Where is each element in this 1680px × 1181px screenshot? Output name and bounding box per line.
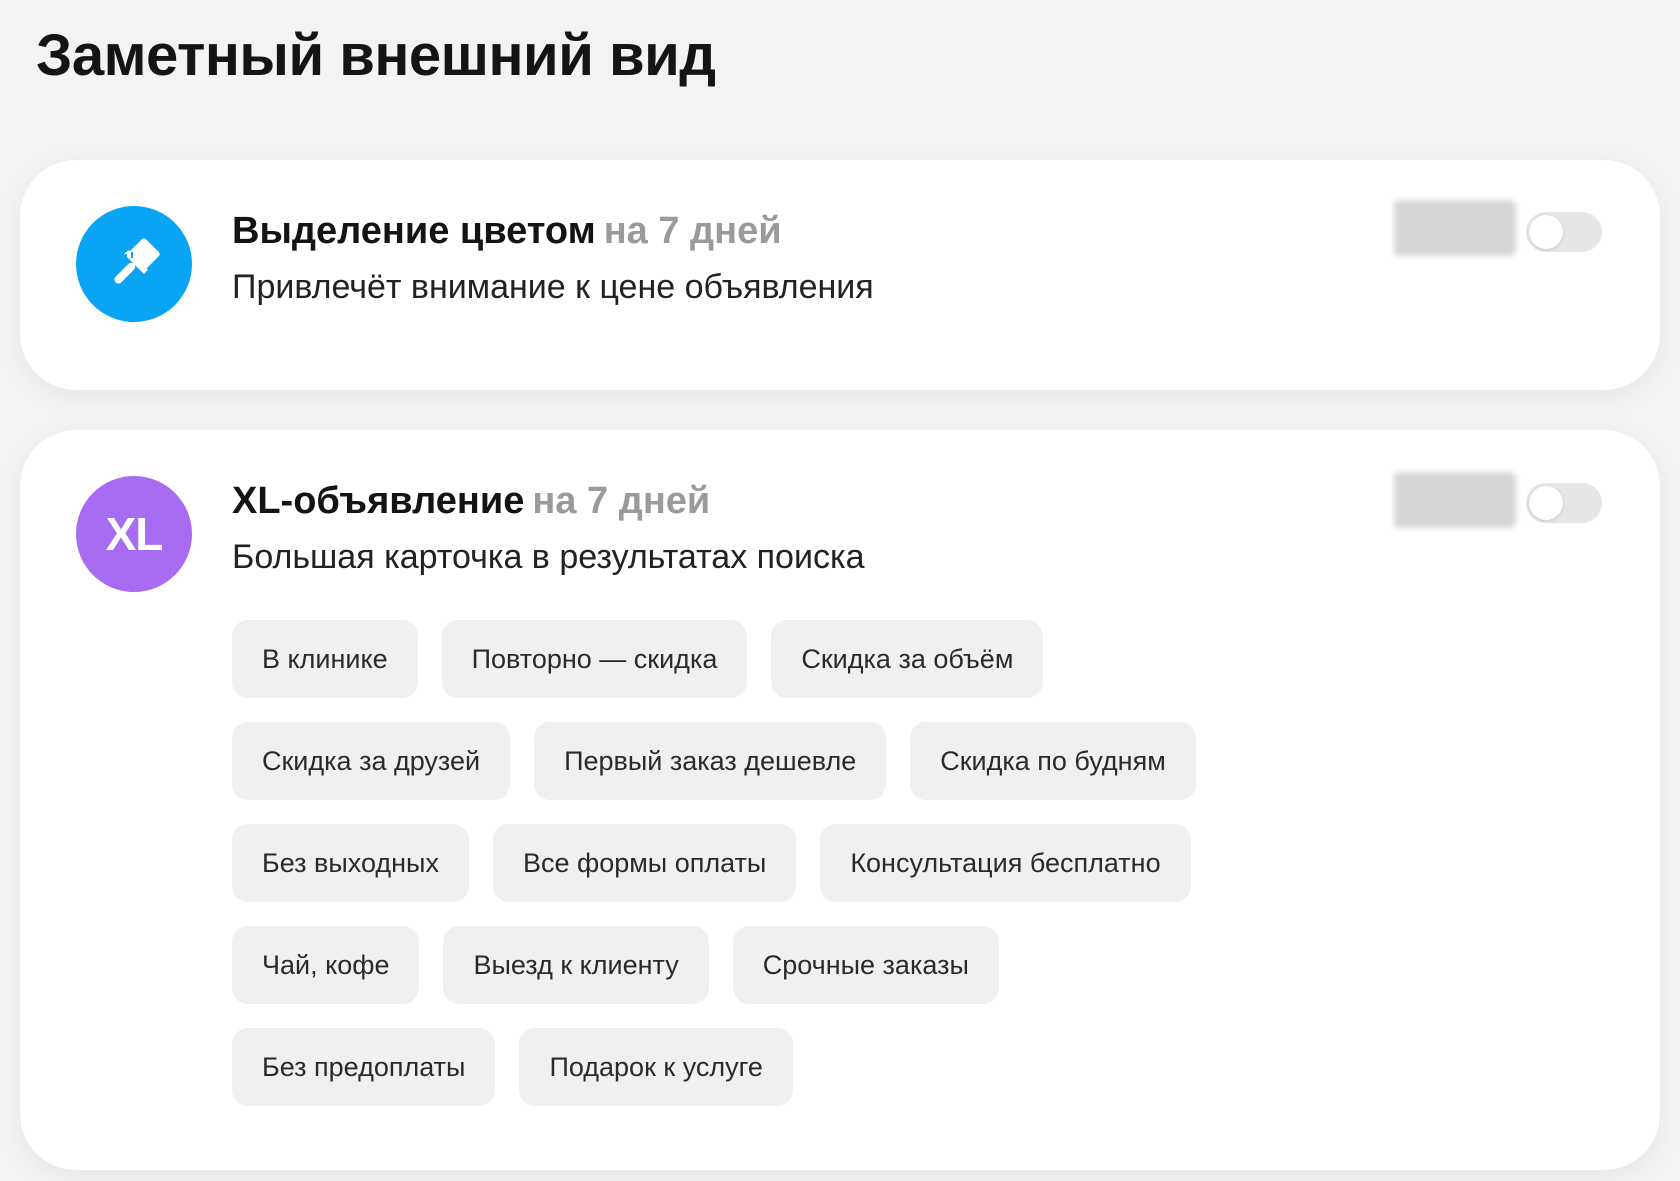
service-name: XL-объявление bbox=[232, 480, 525, 522]
feature-tag[interactable]: Чай, кофе bbox=[232, 926, 420, 1004]
feature-tag[interactable]: Без выходных bbox=[232, 824, 469, 902]
feature-tag[interactable]: Все формы оплаты bbox=[492, 824, 797, 902]
toggle-knob bbox=[1529, 215, 1563, 249]
tag-row: Чай, кофе Выезд к клиенту Срочные заказы bbox=[232, 926, 1232, 1004]
service-card-xl-listing: XL XL-объявление на 7 дней Большая карточ… bbox=[20, 430, 1660, 1170]
feature-tag[interactable]: В клинике bbox=[232, 620, 418, 698]
tag-row: Без предоплаты Подарок к услуге bbox=[232, 1028, 1232, 1106]
feature-tag[interactable]: Повторно — скидка bbox=[441, 620, 748, 698]
feature-tag[interactable]: Срочные заказы bbox=[732, 926, 999, 1004]
price-placeholder bbox=[1394, 200, 1516, 256]
paint-brush-icon bbox=[76, 206, 192, 322]
feature-tag[interactable]: Первый заказ дешевле bbox=[534, 722, 887, 800]
feature-tag[interactable]: Без предоплаты bbox=[232, 1028, 496, 1106]
feature-tag[interactable]: Выезд к клиенту bbox=[443, 926, 709, 1004]
service-duration: на 7 дней bbox=[532, 480, 711, 522]
feature-tag[interactable]: Консультация бесплатно bbox=[820, 824, 1191, 902]
page-title: Заметный внешний вид bbox=[36, 23, 716, 88]
feature-tag[interactable]: Скидка по будням bbox=[910, 722, 1196, 800]
service-duration: на 7 дней bbox=[603, 210, 782, 252]
toggle-knob bbox=[1529, 486, 1563, 520]
service-description: Большая карточка в результатах поиска bbox=[232, 538, 865, 576]
service-description: Привлечёт внимание к цене объявления bbox=[232, 268, 874, 306]
feature-tag[interactable]: Подарок к услуге bbox=[519, 1028, 793, 1106]
xl-badge-icon: XL bbox=[76, 476, 192, 592]
feature-tags: В клинике Повторно — скидка Скидка за об… bbox=[232, 620, 1232, 1130]
color-highlight-toggle[interactable] bbox=[1526, 212, 1602, 252]
xl-badge-text: XL bbox=[105, 508, 164, 560]
feature-tag[interactable]: Скидка за друзей bbox=[232, 722, 511, 800]
feature-tag[interactable]: Скидка за объём bbox=[771, 620, 1044, 698]
tag-row: В клинике Повторно — скидка Скидка за об… bbox=[232, 620, 1232, 698]
service-title: Выделение цветом на 7 дней bbox=[232, 210, 782, 253]
service-card-color-highlight: Выделение цветом на 7 дней Привлечёт вним… bbox=[20, 160, 1660, 390]
tag-row: Без выходных Все формы оплаты Консультац… bbox=[232, 824, 1232, 902]
service-name: Выделение цветом bbox=[232, 210, 596, 252]
service-title: XL-объявление на 7 дней bbox=[232, 480, 710, 523]
price-placeholder bbox=[1394, 472, 1516, 528]
tag-row: Скидка за друзей Первый заказ дешевле Ск… bbox=[232, 722, 1232, 800]
xl-listing-toggle[interactable] bbox=[1526, 483, 1602, 523]
